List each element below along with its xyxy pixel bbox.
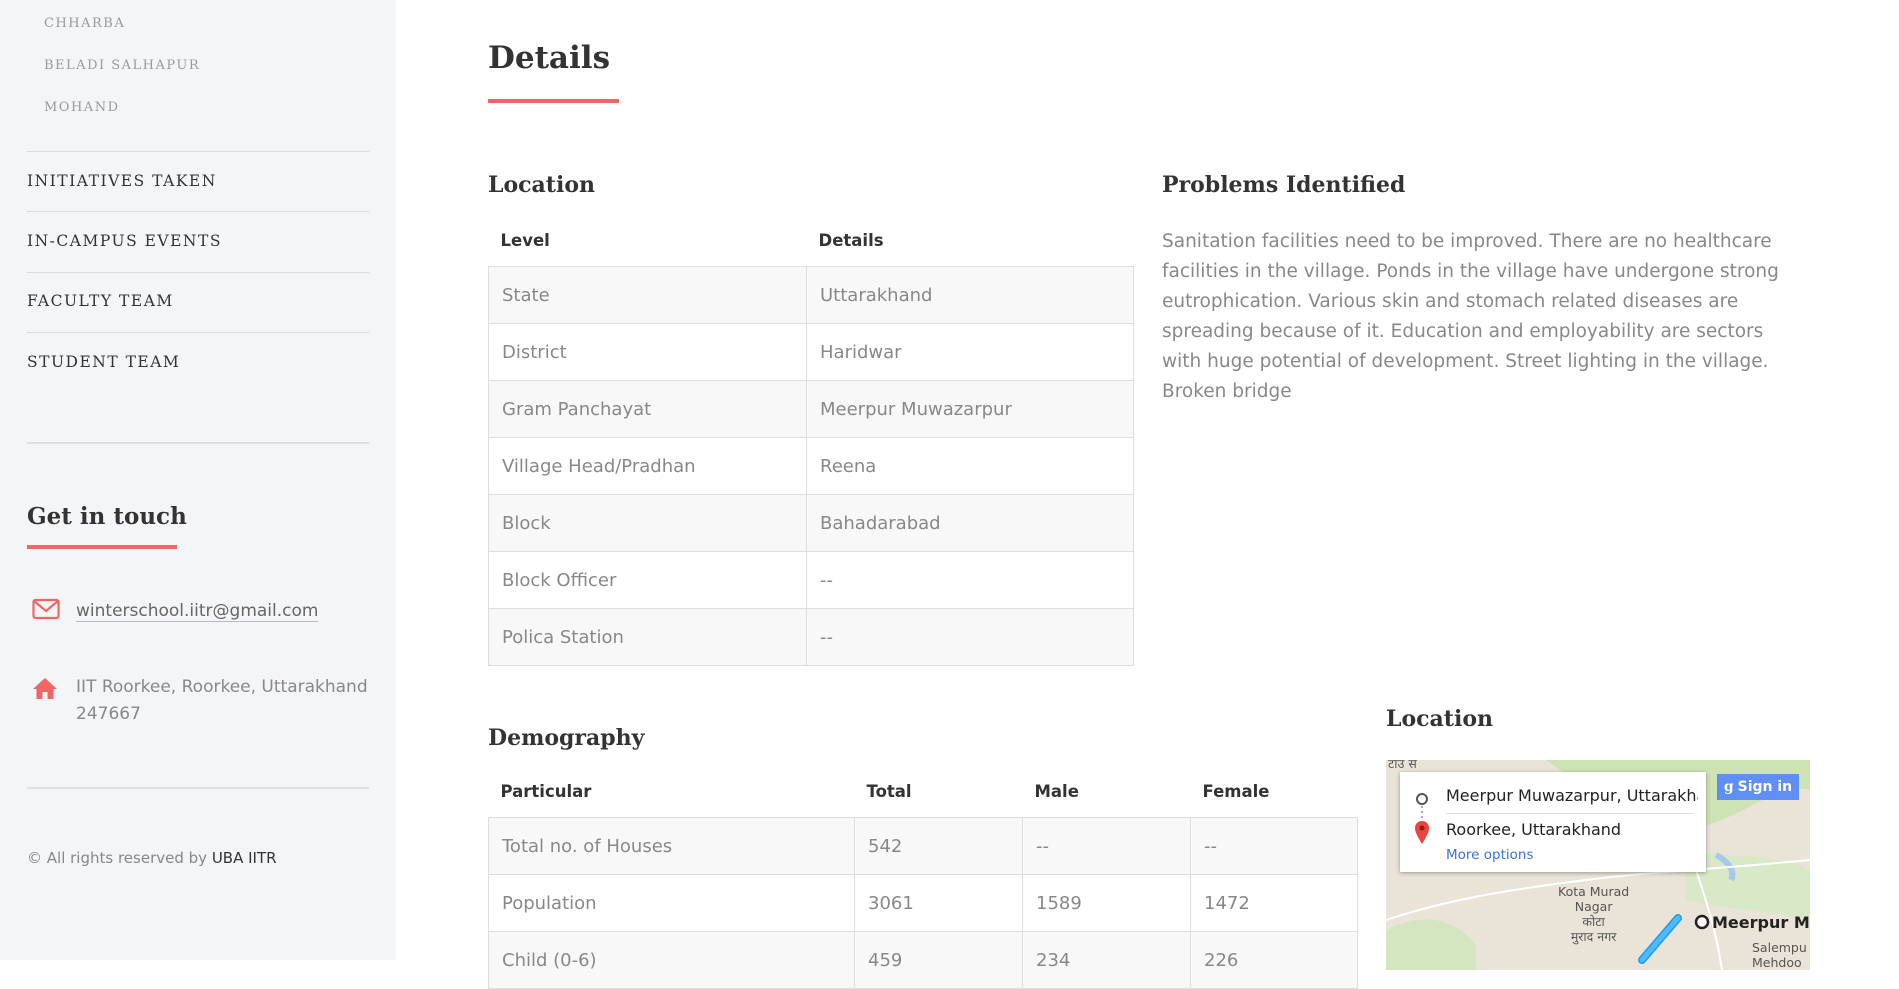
table-row: Block Officer -- [488, 551, 1134, 609]
sidebar: CHHARBA BELADI SALHAPUR MOHAND INITIATIV… [0, 0, 396, 960]
table-cell: 459 [854, 931, 1023, 989]
email-link[interactable]: winterschool.iitr@gmail.com [76, 601, 319, 622]
route-icon [1415, 793, 1429, 844]
column-header-male: Male [1034, 782, 1079, 801]
get-in-touch-heading: Get in touch [27, 503, 187, 530]
table-cell: Village Head/Pradhan [488, 437, 807, 495]
copyright: © All rights reserved by UBA IITR [27, 849, 277, 867]
table-cell: Total no. of Houses [488, 817, 855, 875]
map-origin[interactable]: Meerpur Muwazarpur, Uttarakha... [1446, 786, 1698, 805]
sidebar-subitem-chharba[interactable]: CHHARBA [44, 16, 125, 31]
table-cell: 542 [854, 817, 1023, 875]
problems-description: Sanitation facilities need to be improve… [1162, 231, 1779, 402]
map-embed[interactable]: टाउ से Kota Murad Nagar कोटा मुराद नगर M… [1386, 760, 1810, 970]
contact-email[interactable]: winterschool.iitr@gmail.com [76, 598, 319, 625]
table-row: District Haridwar [488, 323, 1134, 381]
table-cell: Child (0-6) [488, 931, 855, 989]
location-heading: Location [488, 172, 595, 198]
sign-in-label: Sign in [1737, 779, 1793, 795]
contact-address: IIT Roorkee, Roorkee, Uttarakhand 247667 [76, 674, 368, 728]
table-row: Village Head/Pradhan Reena [488, 437, 1134, 495]
demography-heading: Demography [488, 725, 645, 751]
divider [1446, 813, 1694, 814]
sidebar-item-student-team[interactable]: STUDENT TEAM [27, 353, 180, 371]
table-cell: Haridwar [806, 323, 1134, 381]
table-cell: Population [488, 874, 855, 932]
table-cell: Gram Panchayat [488, 380, 807, 438]
divider [27, 211, 369, 212]
column-header-total: Total [866, 782, 912, 801]
sidebar-item-in-campus-events[interactable]: IN-CAMPUS EVENTS [27, 232, 222, 250]
sidebar-subitem-beladi-salhapur[interactable]: BELADI SALHAPUR [44, 58, 200, 73]
address-line: IIT Roorkee, Roorkee, Uttarakhand [76, 677, 368, 697]
directions-card: Meerpur Muwazarpur, Uttarakha... Roorkee… [1400, 772, 1706, 872]
sign-in-button[interactable]: g Sign in [1717, 774, 1799, 800]
sidebar-item-faculty-team[interactable]: FACULTY TEAM [27, 292, 174, 310]
table-cell: 226 [1190, 931, 1358, 989]
divider [27, 787, 369, 789]
divider [27, 442, 369, 444]
table-row: Gram Panchayat Meerpur Muwazarpur [488, 380, 1134, 438]
table-cell: Meerpur Muwazarpur [806, 380, 1134, 438]
map-heading: Location [1386, 706, 1493, 732]
problems-heading: Problems Identified [1162, 172, 1406, 198]
map-label-salempur: Salempu Mehdoo [1752, 940, 1807, 970]
table-row: Child (0-6) 459 234 226 [488, 931, 1358, 989]
map-destination[interactable]: Roorkee, Uttarakhand [1446, 820, 1621, 839]
table-cell: District [488, 323, 807, 381]
table-row: Polica Station -- [488, 608, 1134, 666]
table-cell: Bahadarabad [806, 494, 1134, 552]
page-title: Details [488, 40, 611, 76]
table-cell: -- [1022, 817, 1191, 875]
map-label-meerpur: Meerpur Mu [1712, 913, 1810, 932]
demography-table: Particular Total Male Female Total no. o… [488, 766, 1358, 989]
divider [27, 332, 369, 333]
divider [27, 272, 369, 273]
copyright-brand-link[interactable]: UBA IITR [212, 849, 277, 867]
column-header-particular: Particular [500, 782, 592, 801]
copyright-text: © All rights reserved by [27, 849, 208, 867]
table-row: State Uttarakhand [488, 266, 1134, 324]
table-cell: Uttarakhand [806, 266, 1134, 324]
table-cell: Block [488, 494, 807, 552]
map-label-corner: टाउ से [1388, 760, 1417, 771]
map-label-kota-murad-nagar: Kota Murad Nagar कोटा मुराद नगर [1558, 884, 1630, 944]
google-plus-icon: g [1723, 779, 1734, 795]
table-row: Block Bahadarabad [488, 494, 1134, 552]
home-icon [32, 676, 60, 700]
table-cell: Polica Station [488, 608, 807, 666]
sidebar-subitem-mohand[interactable]: MOHAND [44, 100, 120, 115]
table-cell: State [488, 266, 807, 324]
table-row: Total no. of Houses 542 -- -- [488, 817, 1358, 875]
envelope-icon [32, 598, 60, 622]
table-cell: 234 [1022, 931, 1191, 989]
table-cell: Block Officer [488, 551, 807, 609]
title-underline [488, 99, 619, 103]
sidebar-item-initiatives-taken[interactable]: INITIATIVES TAKEN [27, 172, 217, 190]
table-cell: 1589 [1022, 874, 1191, 932]
column-header-female: Female [1202, 782, 1270, 801]
heading-underline [27, 545, 177, 549]
column-header-level: Level [500, 231, 550, 250]
column-header-details: Details [818, 231, 884, 250]
table-cell: -- [806, 608, 1134, 666]
address-postcode: 247667 [76, 704, 141, 724]
table-cell: 1472 [1190, 874, 1358, 932]
more-options-link[interactable]: More options [1446, 847, 1533, 863]
location-table: Level Details State Uttarakhand District… [488, 215, 1134, 666]
table-row: Population 3061 1589 1472 [488, 874, 1358, 932]
table-cell: -- [1190, 817, 1358, 875]
table-cell: 3061 [854, 874, 1023, 932]
table-cell: -- [806, 551, 1134, 609]
divider [27, 151, 369, 152]
table-cell: Reena [806, 437, 1134, 495]
